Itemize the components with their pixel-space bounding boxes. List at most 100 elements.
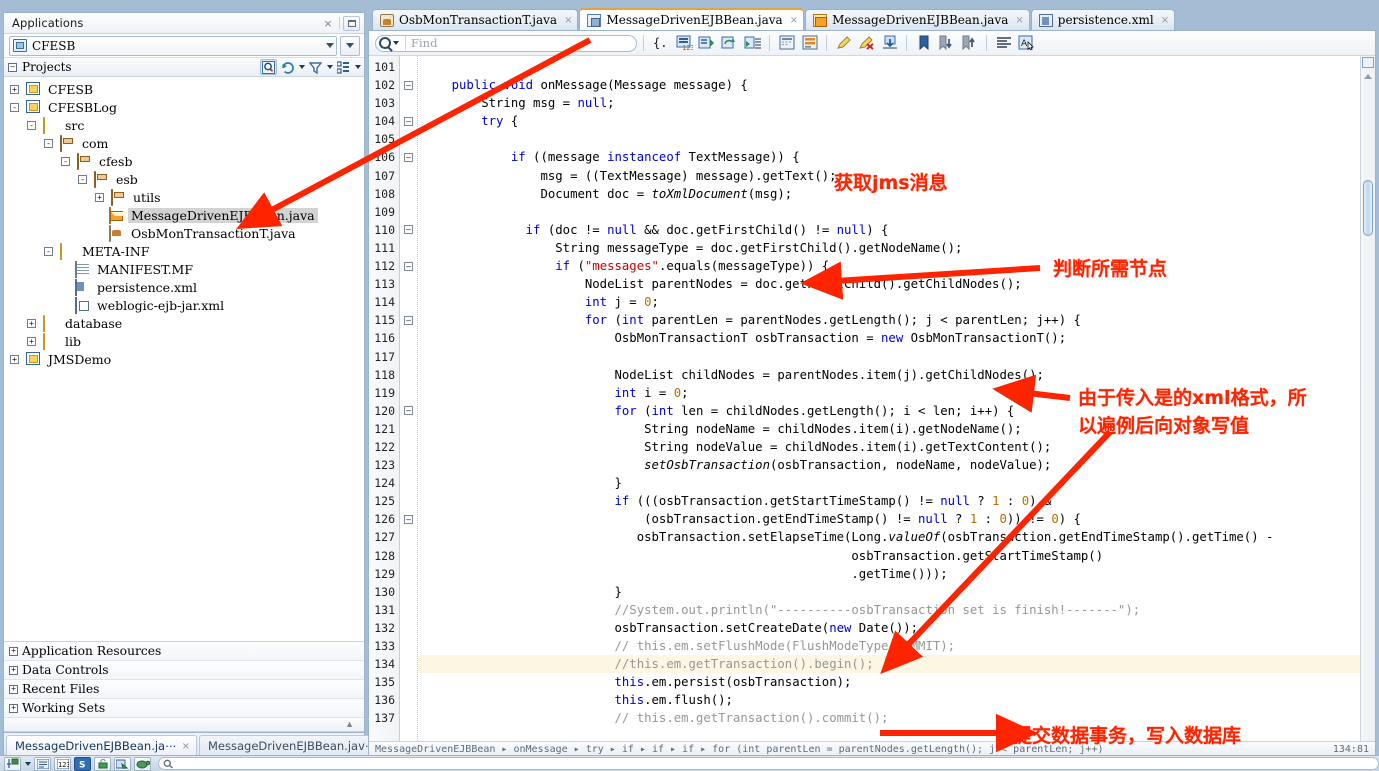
code-line[interactable]: NodeList childNodes = parentNodes.item(j… [418, 366, 1375, 384]
group-by-icon[interactable] [335, 59, 352, 75]
fold-cell[interactable] [400, 619, 417, 637]
code-line[interactable]: } [418, 474, 1375, 492]
sogou-icon[interactable]: S [74, 756, 91, 771]
code-line[interactable]: (osbTransaction.getEndTimeStamp() != nul… [418, 510, 1375, 528]
refactor-icon[interactable] [696, 33, 717, 53]
fold-cell[interactable] [400, 420, 417, 438]
chevron-down-icon[interactable] [25, 761, 31, 766]
code-line[interactable]: osbTransaction.setElapseTime(Long.valueO… [418, 528, 1375, 546]
tree-item-database[interactable]: + database [4, 314, 364, 332]
code-line[interactable] [418, 203, 1375, 221]
code-line[interactable]: if (((osbTransaction.getStartTimeStamp()… [418, 492, 1375, 510]
fold-cell[interactable] [400, 601, 417, 619]
tree-item-utils[interactable]: + utils [4, 188, 364, 206]
code-line[interactable] [418, 348, 1375, 366]
braces-icon[interactable]: {..} [650, 33, 671, 53]
collapse-icon[interactable]: – [404, 315, 413, 325]
tree-item-jmsdemo[interactable]: + JMSDemo [4, 350, 364, 368]
fold-cell[interactable] [400, 709, 417, 727]
fold-cell[interactable] [400, 384, 417, 402]
filter-icon[interactable] [307, 59, 324, 75]
minimize-icon[interactable] [343, 15, 360, 31]
pin-icon[interactable] [4, 756, 21, 771]
left-bottom-tabs[interactable]: MessageDrivenEJBBean.ja⋯ × MessageDrivenEJ… [4, 732, 395, 756]
code-line[interactable]: for (int parentLen = parentNodes.getLeng… [418, 311, 1375, 329]
fold-cell[interactable]: – [400, 402, 417, 420]
fold-cell[interactable]: – [400, 112, 417, 130]
unlock-icon[interactable] [94, 756, 111, 771]
editor-tab-2[interactable]: MessageDrivenEJBBean.java × [805, 9, 1030, 30]
collapse-icon[interactable]: – [404, 406, 413, 416]
code-line[interactable]: this.em.persist(osbTransaction); [418, 673, 1375, 691]
code-line[interactable] [418, 130, 1375, 148]
close-icon[interactable]: × [320, 17, 336, 30]
chevron-down-icon[interactable] [327, 65, 333, 69]
fold-cell[interactable] [400, 456, 417, 474]
accordion-application-resources[interactable]: + Application Resources [4, 642, 364, 661]
close-icon[interactable]: × [1161, 15, 1169, 26]
fold-cell[interactable] [400, 348, 417, 366]
import-icon[interactable] [879, 33, 900, 53]
editor-tab-0[interactable]: OsbMonTransactionT.java × [372, 9, 579, 30]
reload-icon[interactable] [719, 33, 740, 53]
collapse-icon[interactable]: – [404, 261, 413, 271]
collapse-icon[interactable]: - [10, 102, 19, 112]
code-line[interactable]: if (doc != null && doc.getFirstChild() !… [418, 221, 1375, 239]
generate-code-icon[interactable]: 123 [673, 33, 694, 53]
tree-item-lib[interactable]: + lib [4, 332, 364, 350]
fold-cell[interactable] [400, 58, 417, 76]
code-line[interactable]: String nodeValue = childNodes.item(i).ge… [418, 438, 1375, 456]
collapse-icon[interactable]: – [404, 153, 413, 163]
close-icon[interactable]: × [182, 741, 190, 752]
collapse-icon[interactable]: - [78, 174, 87, 184]
collapse-icon[interactable]: - [44, 246, 53, 256]
fold-cell[interactable] [400, 528, 417, 546]
accordion-data-controls[interactable]: + Data Controls [4, 661, 364, 680]
fold-cell[interactable] [400, 203, 417, 221]
chevron-down-icon[interactable] [355, 65, 361, 69]
code-line[interactable]: osbTransaction.setCreateDate(new Date())… [418, 619, 1375, 637]
fold-cell[interactable]: – [400, 76, 417, 94]
fold-cell[interactable] [400, 474, 417, 492]
code-line[interactable]: //System.out.println("----------osbTrans… [418, 601, 1375, 619]
tree-item-osbmontransactiont-java[interactable]: OsbMonTransactionT.java [4, 224, 364, 242]
scroll-up-arrow[interactable] [1361, 69, 1375, 84]
fold-cell[interactable] [400, 691, 417, 709]
code-line[interactable]: OsbMonTransactionT osbTransaction = new … [418, 329, 1375, 347]
expand-icon[interactable]: + [10, 84, 19, 94]
expand-icon[interactable]: + [27, 318, 36, 328]
expand-icon[interactable]: + [9, 646, 18, 656]
collapse-icon[interactable]: – [404, 225, 413, 235]
fold-cell[interactable] [400, 239, 417, 257]
projects-collapse-icon[interactable]: – [8, 62, 17, 72]
tree-item-cfesblog[interactable]: - CFESBLog [4, 98, 364, 116]
code-line[interactable]: this.em.flush(); [418, 691, 1375, 709]
code-line[interactable]: try { [418, 112, 1375, 130]
tree-item-src[interactable]: - src [4, 116, 364, 134]
tree-item-meta-inf[interactable]: - META-INF [4, 242, 364, 260]
fold-cell[interactable]: – [400, 257, 417, 275]
prev-bookmark-icon[interactable] [959, 33, 980, 53]
code-line[interactable]: String messageType = doc.getFirstChild()… [418, 239, 1375, 257]
editor-tab-1[interactable]: MessageDrivenEJBBean.java × [579, 8, 805, 30]
code-line[interactable]: // this.em.setFlushMode(FlushModeType.CO… [418, 637, 1375, 655]
code-line[interactable]: public void onMessage(Message message) { [418, 76, 1375, 94]
fold-cell[interactable] [400, 167, 417, 185]
project-tree[interactable]: + CFESB - CFESBLog - src - com - cfesb - esb + utils M… [4, 77, 364, 641]
fold-cell[interactable] [400, 655, 417, 673]
left-tab-1[interactable]: MessageDrivenEJBBean.jav⋯ [199, 735, 384, 756]
collapse-icon[interactable]: – [404, 514, 413, 524]
os-taskbar[interactable]: 123 S [0, 755, 1379, 771]
code-line[interactable]: } [418, 583, 1375, 601]
tree-item-weblogic-ejb-jar-xml[interactable]: weblogic-ejb-jar.xml [4, 296, 364, 314]
code-line[interactable]: int j = 0; [418, 293, 1375, 311]
editor-vertical-scrollbar[interactable] [1360, 56, 1375, 741]
code-line[interactable]: osbTransaction.getStartTimeStamp() [418, 547, 1375, 565]
tree-item-manifest-mf[interactable]: MANIFEST.MF [4, 260, 364, 278]
application-menu-button[interactable] [340, 35, 360, 56]
scrollbar-thumb[interactable] [1363, 180, 1373, 236]
tree-item-cfesb[interactable]: - cfesb [4, 152, 364, 170]
tree-item-persistence-xml[interactable]: persistence.xml [4, 278, 364, 296]
screenshot-icon[interactable] [114, 756, 131, 771]
fold-cell[interactable] [400, 130, 417, 148]
